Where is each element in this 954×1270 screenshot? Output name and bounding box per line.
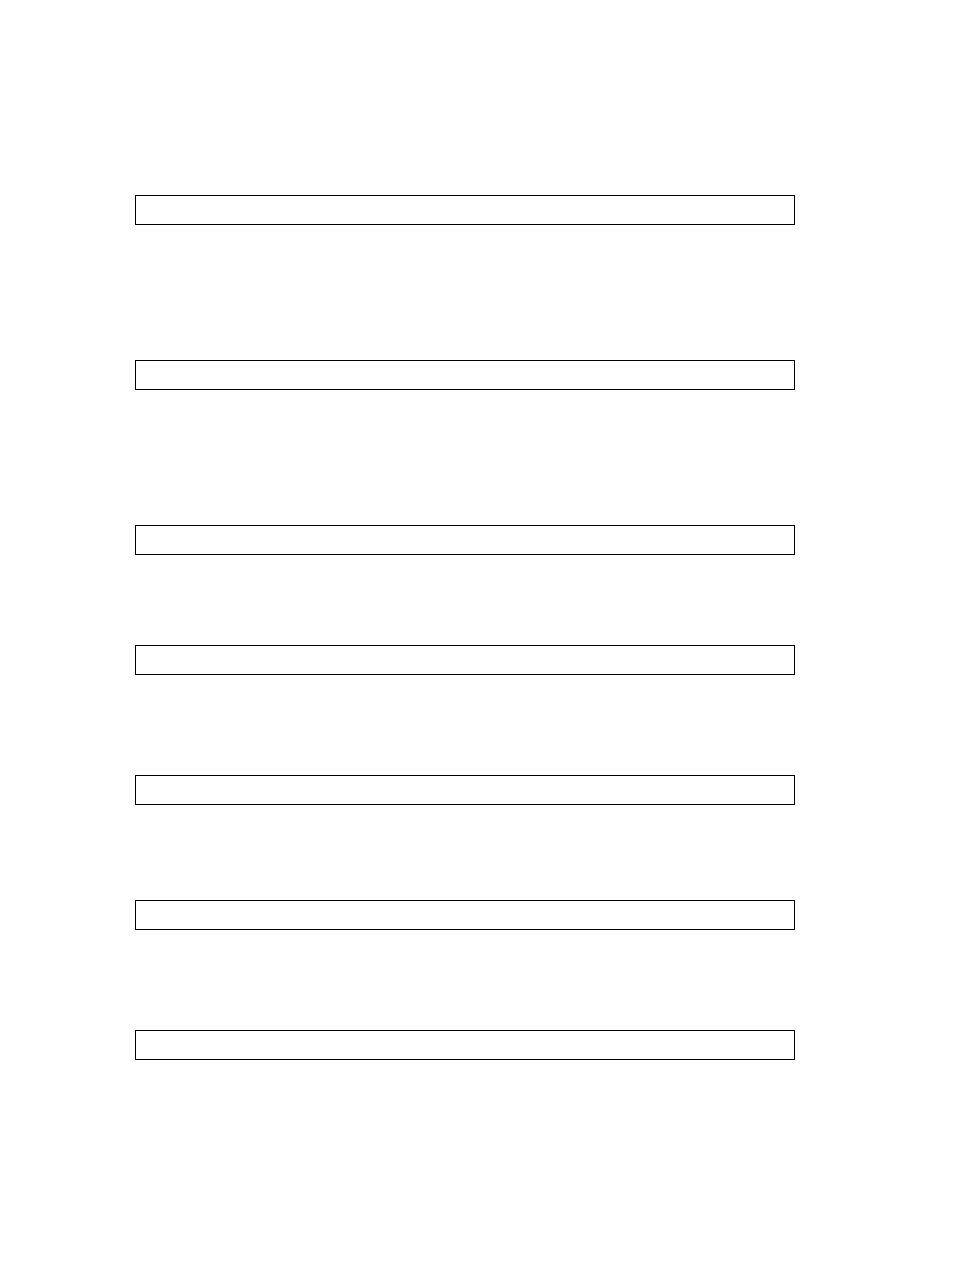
empty-box-1 xyxy=(135,195,795,225)
empty-box-5 xyxy=(135,775,795,805)
empty-box-3 xyxy=(135,525,795,555)
empty-box-4 xyxy=(135,645,795,675)
empty-box-2 xyxy=(135,360,795,390)
empty-box-6 xyxy=(135,900,795,930)
empty-box-7 xyxy=(135,1030,795,1060)
